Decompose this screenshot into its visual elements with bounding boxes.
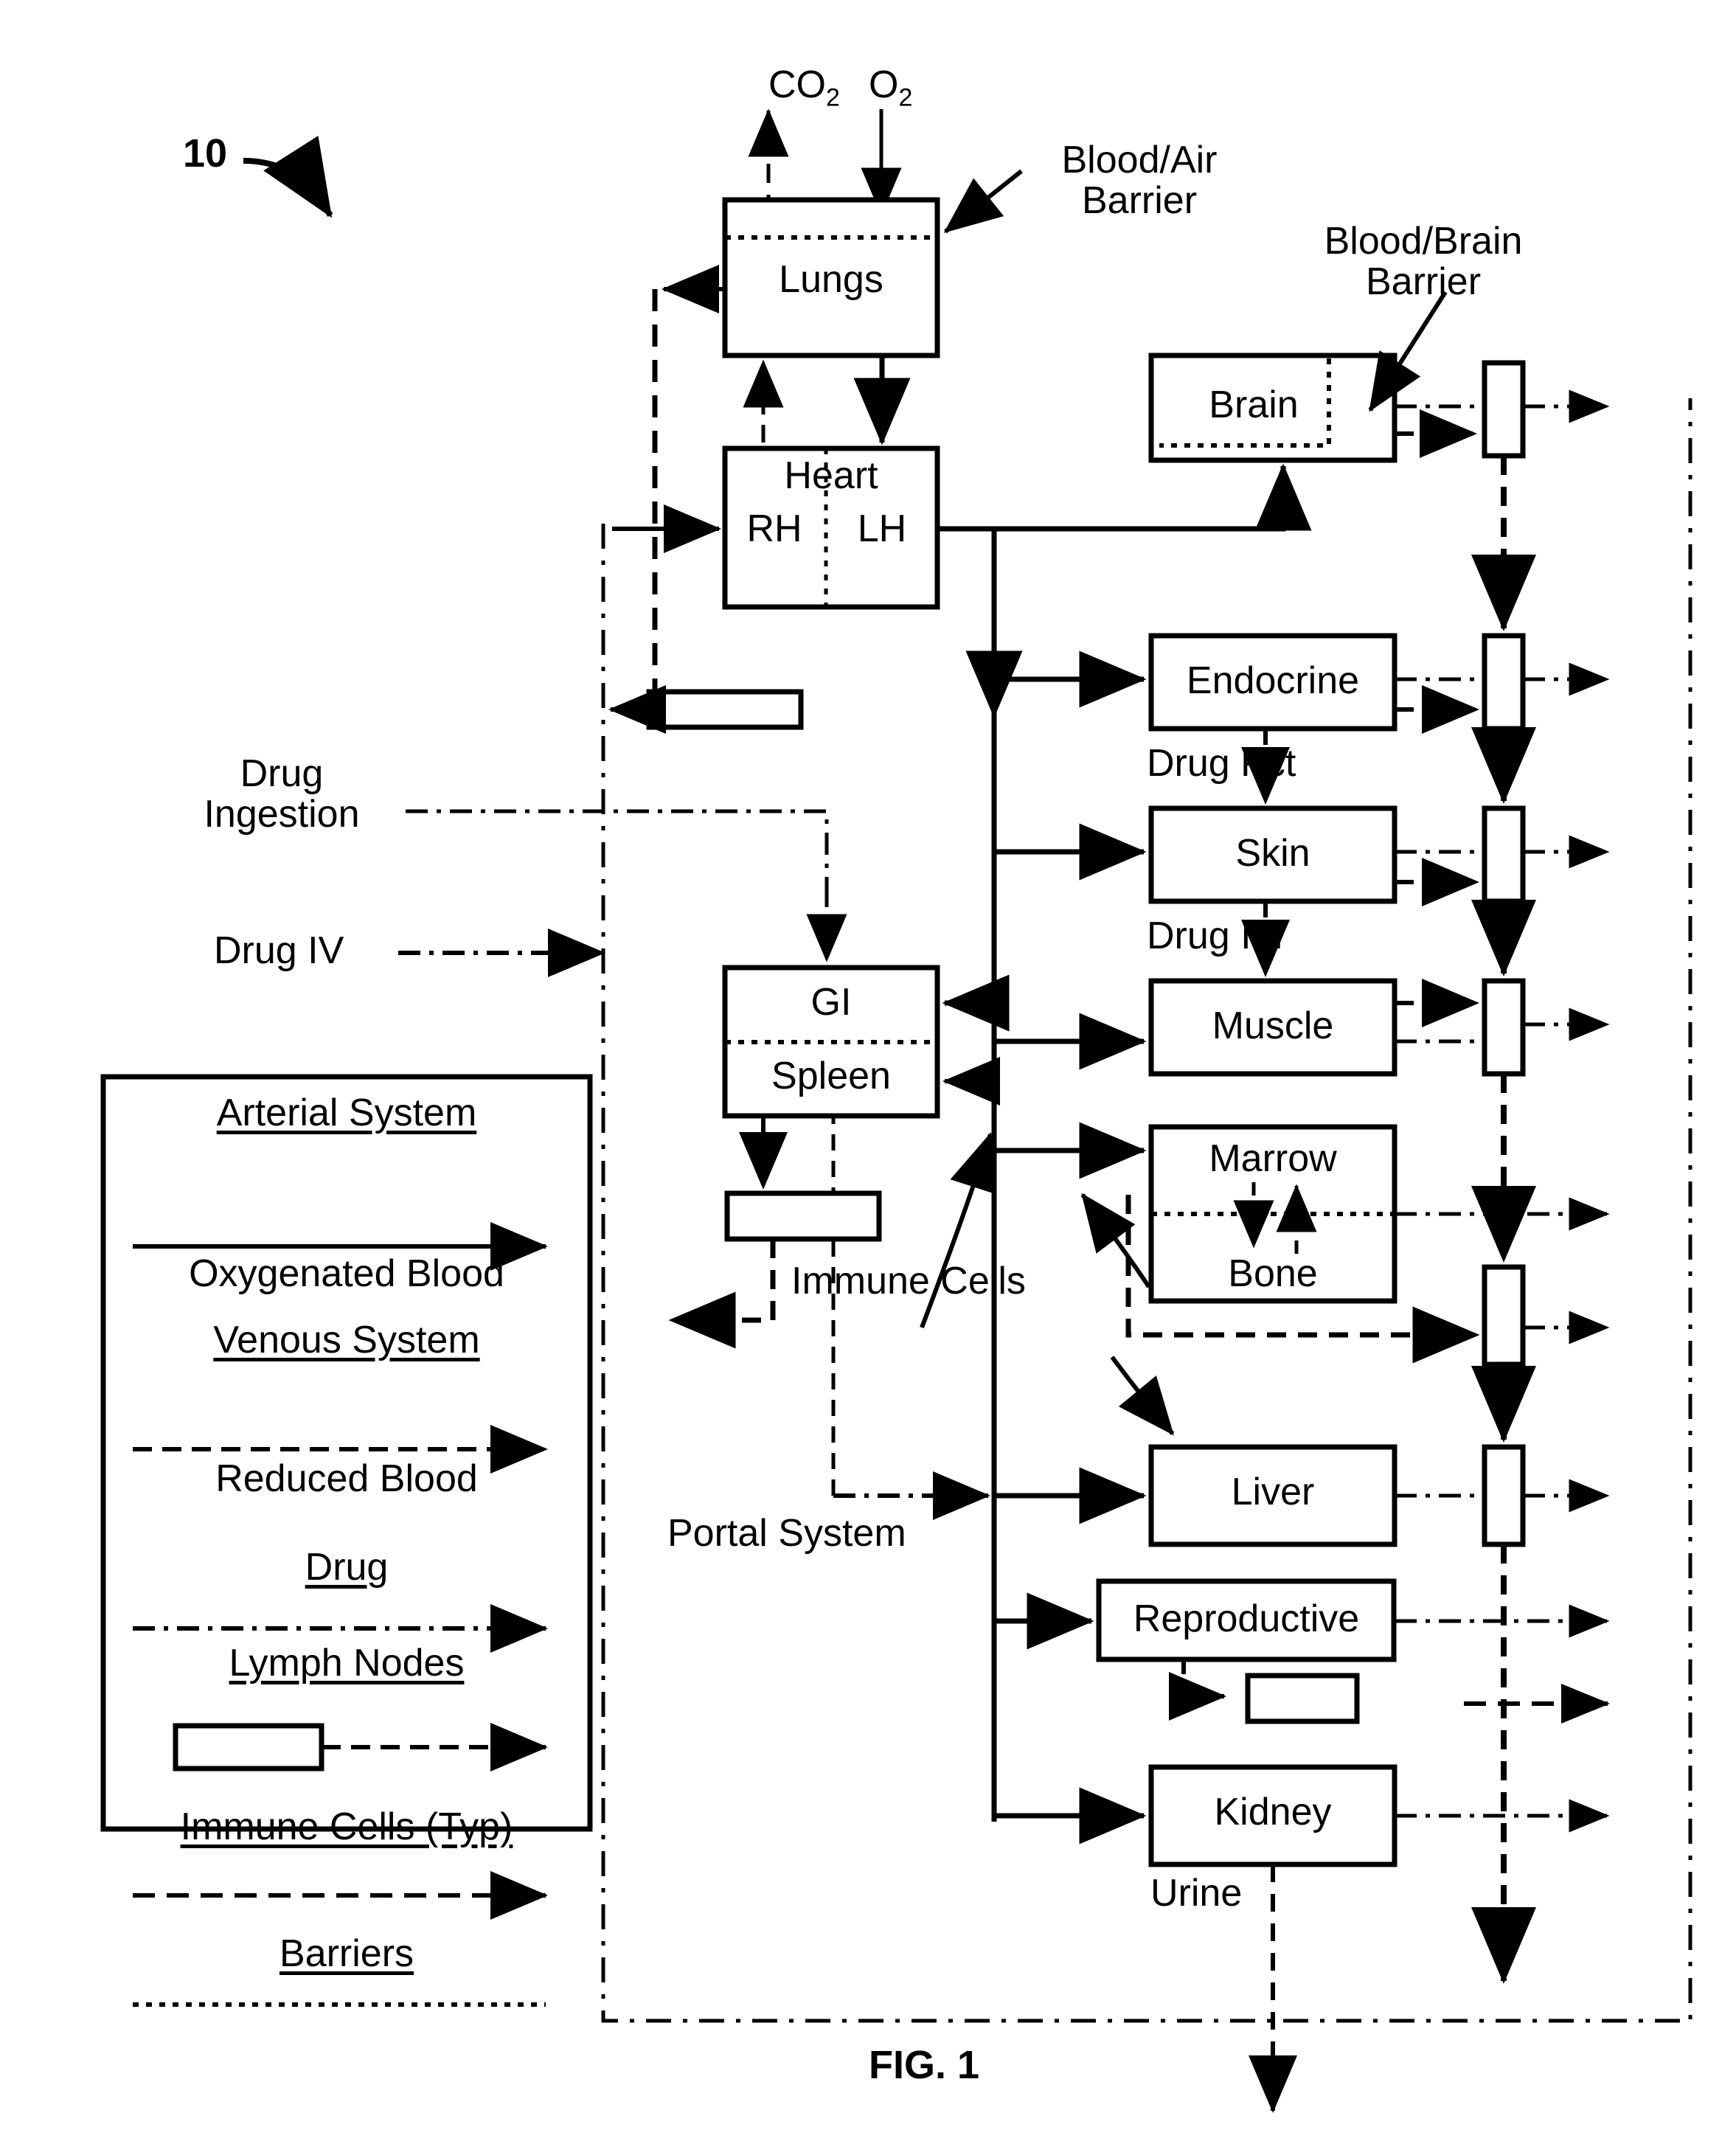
legend-item-oxygenated-blood: Oxygenated Blood — [189, 1252, 504, 1295]
legend-lymph-node-box — [173, 1723, 324, 1771]
heart-label: Heart — [784, 454, 878, 497]
urine-label: Urine — [1150, 1872, 1243, 1915]
reference-numeral: 10 — [183, 131, 228, 176]
drug-ingestion-line — [406, 809, 829, 885]
drug-im-label: Drug IM — [1147, 915, 1283, 957]
lymph-node-muscle — [1482, 978, 1526, 1077]
marrow-label: Marrow — [1209, 1137, 1337, 1180]
lymph-node-brain — [1482, 360, 1526, 459]
immune-cells-label: Immune Cells — [791, 1260, 1026, 1302]
blood-air-barrier-pointer — [943, 169, 1023, 234]
reference-numeral-arrow — [243, 136, 333, 218]
heart-lh-label: LH — [857, 507, 907, 550]
lymph-node-gi — [724, 1190, 882, 1242]
liver-label: Liver — [1231, 1471, 1315, 1513]
lymph-node-reproductive — [1245, 1673, 1360, 1724]
muscle-label: Muscle — [1212, 1004, 1334, 1047]
o2-label: O2 — [869, 63, 913, 112]
legend-heading-barriers: Barriers — [279, 1932, 414, 1975]
patent-figure: 10 CO2 O2 Blood/Air Barrier Blood/Brain … — [0, 0, 1736, 2155]
legend-heading-venous: Venous System — [213, 1319, 480, 1361]
brain-label: Brain — [1209, 384, 1299, 426]
legend-item-reduced-blood: Reduced Blood — [215, 1457, 478, 1500]
gi-label: GI — [810, 981, 852, 1024]
heart-rh-label: RH — [746, 507, 802, 550]
lungs-label: Lungs — [779, 258, 883, 301]
legend-box — [100, 1074, 593, 1832]
drug-pct-label: Drug Pct — [1147, 742, 1296, 785]
blood-brain-barrier-pointer — [1368, 291, 1448, 412]
skin-label: Skin — [1235, 832, 1310, 875]
legend-heading-lymph-nodes: Lymph Nodes — [229, 1642, 465, 1684]
legend-heading-arterial: Arterial System — [216, 1092, 477, 1134]
lymph-node-box-heart — [646, 689, 804, 730]
blood-air-barrier-label: Blood/Air Barrier — [1061, 139, 1218, 222]
gi-lymph-venous-return — [668, 1239, 776, 1349]
drug-ingestion-label: Drug Ingestion — [204, 752, 360, 836]
portal-system-label: Portal System — [667, 1512, 906, 1555]
figure-caption: FIG. 1 — [868, 2043, 980, 2087]
immune-cells-arrow-marrow-up — [1080, 1193, 1151, 1288]
reproductive-to-node — [1169, 1659, 1226, 1721]
lymph-node-liver — [1482, 1444, 1526, 1547]
legend-heading-immune-cells: Immune Cells (Typ) — [180, 1805, 513, 1848]
immune-cells-arrow-marrow-down — [1110, 1356, 1175, 1436]
drug-iv-label: Drug IV — [214, 929, 344, 972]
spleen-label: Spleen — [771, 1055, 891, 1097]
co2-label: CO2 — [768, 63, 840, 112]
lymph-node-endocrine — [1482, 633, 1526, 732]
reproductive-label: Reproductive — [1133, 1597, 1360, 1640]
artery-to-brain — [994, 463, 1312, 532]
lymph-node-skin — [1482, 805, 1526, 904]
blood-brain-barrier-label: Blood/Brain Barrier — [1324, 220, 1523, 303]
bone-label: Bone — [1228, 1252, 1318, 1295]
kidney-label: Kidney — [1214, 1791, 1332, 1833]
endocrine-label: Endocrine — [1186, 659, 1360, 702]
lymph-node-bone — [1482, 1264, 1526, 1367]
legend-heading-drug: Drug — [305, 1546, 389, 1589]
